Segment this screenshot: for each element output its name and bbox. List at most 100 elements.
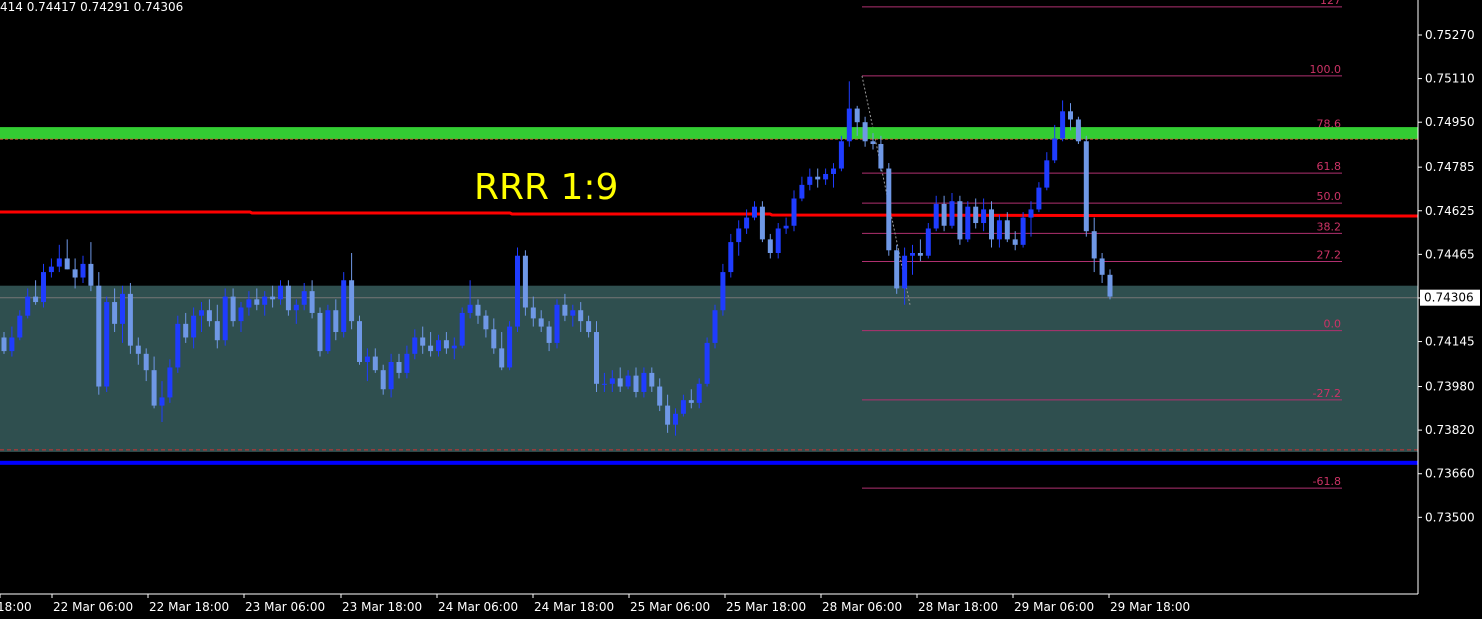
candle[interactable] [317, 307, 323, 357]
candle-body [538, 318, 544, 327]
candle[interactable] [965, 201, 971, 243]
fib-level-label: 127 [1320, 0, 1341, 7]
candle[interactable] [1083, 135, 1089, 237]
candle[interactable] [704, 337, 710, 387]
candle-body [665, 405, 671, 425]
candle-body [973, 206, 979, 224]
y-tick-label: 0.74785 [1425, 160, 1475, 174]
candle-body [380, 370, 386, 390]
candle-body [1060, 111, 1066, 139]
candle-body [25, 296, 31, 316]
candle-body [981, 209, 987, 224]
candle-body [562, 304, 568, 316]
candle-body [1028, 209, 1034, 218]
fib-level-label: -27.2 [1313, 387, 1341, 400]
candle-body [349, 280, 355, 322]
candle[interactable] [104, 296, 110, 392]
candle[interactable] [957, 195, 963, 245]
candle-body [989, 209, 994, 240]
candle-body [728, 242, 734, 273]
candle[interactable] [459, 307, 465, 349]
candle-body [285, 285, 291, 311]
price-chart[interactable]: 127100.078.661.850.038.227.20.0-27.2-61.… [0, 0, 1482, 619]
resistance-line[interactable] [0, 127, 1418, 140]
candle-body [910, 253, 915, 256]
candle-body [167, 367, 173, 398]
y-tick-label: 0.73500 [1425, 510, 1475, 524]
candle-body [301, 291, 307, 305]
candle-body [357, 321, 362, 362]
candle-body [364, 356, 370, 362]
candle[interactable] [515, 247, 520, 333]
candle[interactable] [175, 315, 181, 373]
candle-body [333, 310, 339, 333]
candle[interactable] [96, 272, 102, 395]
candle-body [680, 400, 686, 414]
candle[interactable] [554, 299, 560, 349]
fib-level-label: 61.8 [1317, 160, 1342, 173]
candle-body [80, 263, 86, 278]
candle[interactable] [357, 315, 362, 365]
candle-body [459, 312, 465, 346]
candle-body [688, 400, 694, 403]
y-tick-label: 0.74950 [1425, 115, 1475, 129]
candle-body [870, 141, 876, 144]
candle-body [309, 291, 315, 313]
candle[interactable] [894, 244, 900, 294]
candle-body [491, 329, 497, 349]
candle-body [151, 370, 157, 406]
stop-line[interactable] [0, 460, 1418, 465]
candle[interactable] [522, 250, 528, 316]
candle-body [33, 296, 39, 303]
candle-body [372, 356, 378, 371]
rrr-annotation: RRR 1:9 [474, 167, 618, 208]
candle[interactable] [1075, 116, 1081, 144]
candle[interactable] [325, 304, 331, 354]
candle-body [586, 321, 592, 333]
candle-body [925, 228, 931, 256]
candle-body [957, 201, 963, 240]
candle-body [341, 280, 347, 333]
y-tick-label: 0.74145 [1425, 335, 1475, 349]
candle-body [1, 337, 7, 352]
candle-body [609, 378, 615, 384]
candle-body [783, 225, 789, 229]
candle-body [641, 372, 647, 392]
candle-body [88, 263, 94, 286]
candle-body [594, 332, 599, 384]
candle[interactable] [222, 288, 228, 346]
candle-body [214, 321, 220, 341]
candle-body [120, 293, 125, 324]
candle-body [1099, 258, 1105, 275]
candle[interactable] [759, 201, 765, 243]
candle[interactable] [712, 304, 718, 349]
candle-body [41, 272, 46, 303]
candle[interactable] [507, 321, 513, 371]
candle-body [1036, 187, 1042, 210]
candle-body [64, 258, 70, 270]
candle-body [183, 323, 189, 338]
candle[interactable] [886, 163, 892, 256]
x-tick-label: 24 Mar 18:00 [534, 600, 614, 614]
x-tick-label: 24 Mar 06:00 [438, 600, 518, 614]
candle-body [831, 168, 836, 174]
candle-body [704, 342, 710, 384]
candle-body [1012, 239, 1018, 245]
candle[interactable] [341, 272, 347, 338]
candle-body [744, 217, 750, 229]
candle-body [135, 345, 141, 354]
candle-body [428, 345, 434, 352]
candle-body [230, 296, 236, 322]
y-tick-label: 0.75110 [1425, 72, 1475, 86]
candle-body [112, 302, 118, 324]
candle-body [175, 323, 181, 368]
candle-body [815, 176, 821, 180]
candle-body [159, 397, 165, 406]
x-tick-label: 28 Mar 18:00 [918, 600, 998, 614]
candle-body [696, 383, 702, 403]
x-tick-label: 25 Mar 06:00 [630, 600, 710, 614]
candle-body [838, 141, 844, 169]
candle-body [530, 307, 536, 319]
candle-body [270, 296, 276, 300]
candle-body [522, 255, 528, 308]
